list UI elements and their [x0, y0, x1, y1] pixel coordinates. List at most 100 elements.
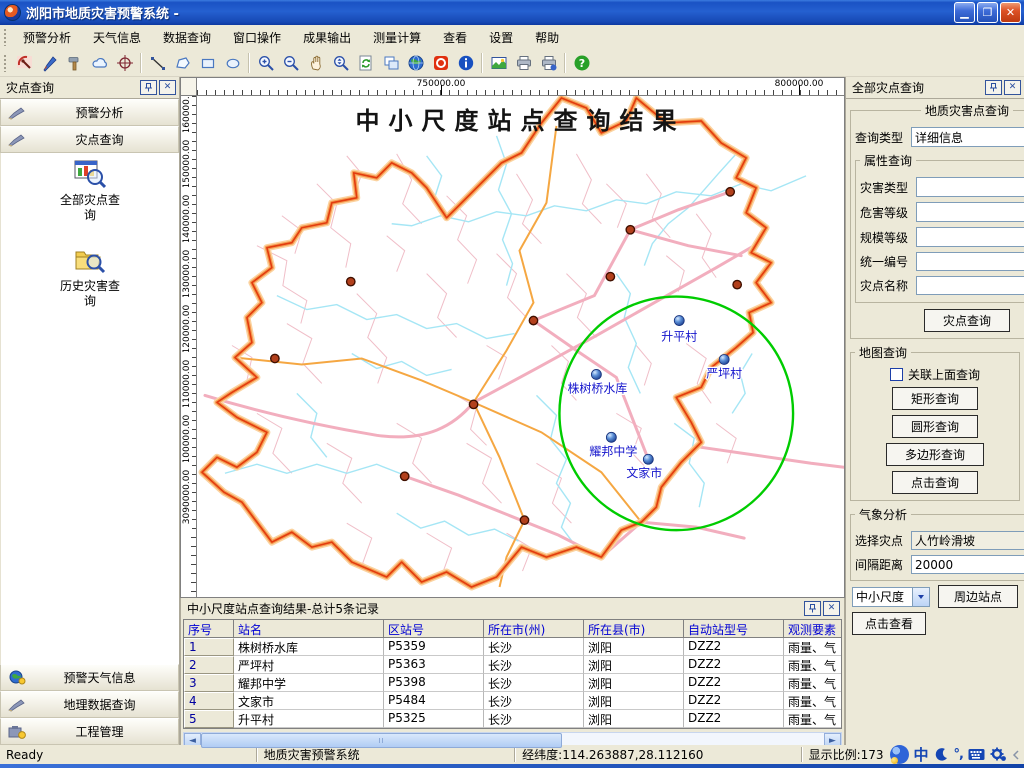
- accordion-warning-analysis[interactable]: 预警分析: [0, 99, 179, 126]
- disaster-query-button[interactable]: 灾点查询: [924, 309, 1010, 332]
- column-header[interactable]: 区站号: [384, 620, 484, 638]
- ime-collapse-chevron-icon[interactable]: [1012, 750, 1020, 760]
- query-type-combo[interactable]: 详细信息: [911, 127, 1024, 147]
- column-header[interactable]: 自动站型号: [684, 620, 784, 638]
- menu-weather-info[interactable]: 天气信息: [82, 25, 152, 50]
- hazard-level-combo[interactable]: [916, 202, 1024, 222]
- table-row[interactable]: 4 文家市 P5484 长沙 浏阳 DZZ2 雨量、气: [184, 692, 841, 710]
- station-label: 文家市: [626, 465, 662, 480]
- scrollbar-thumb[interactable]: [201, 733, 562, 748]
- zoom-out-icon[interactable]: [278, 51, 303, 75]
- table-row[interactable]: 5 升平村 P5325 长沙 浏阳 DZZ2 雨量、气: [184, 710, 841, 728]
- scale-select-combo[interactable]: 中小尺度: [852, 587, 930, 607]
- accordion-weather-info[interactable]: 预警天气信息: [0, 664, 179, 691]
- map-canvas[interactable]: 升平村 严坪村 株树桥水库 耀邦中学 文家市 中小尺度站点查询结果: [197, 96, 844, 597]
- ellipse-tool-icon[interactable]: [220, 51, 245, 75]
- zoom-in-icon[interactable]: [253, 51, 278, 75]
- polygon-query-button[interactable]: 多边形查询: [886, 443, 984, 466]
- scale-level-label: 规模等级: [860, 229, 916, 246]
- name-field[interactable]: [916, 276, 1024, 295]
- station-label: 耀邦中学: [589, 443, 637, 458]
- menu-data-query[interactable]: 数据查询: [152, 25, 222, 50]
- print-setup-icon[interactable]: [536, 51, 561, 75]
- info-icon[interactable]: [453, 51, 478, 75]
- menu-output[interactable]: 成果输出: [292, 25, 362, 50]
- ime-punctuation-icon[interactable]: °,: [954, 747, 963, 762]
- history-disaster-query-item[interactable]: 历史灾害查询: [57, 245, 123, 309]
- help-icon[interactable]: ?: [569, 51, 594, 75]
- cloud-tool-icon[interactable]: [87, 51, 112, 75]
- pin-icon[interactable]: [140, 80, 157, 95]
- close-icon[interactable]: ✕: [159, 80, 176, 95]
- crosshair-tool-icon[interactable]: [112, 51, 137, 75]
- all-disaster-query-item[interactable]: 全部灾点查询: [57, 159, 123, 223]
- refresh-view-icon[interactable]: [353, 51, 378, 75]
- disaster-type-combo[interactable]: [916, 177, 1024, 197]
- restore-button[interactable]: ❐: [977, 2, 998, 23]
- stop-icon[interactable]: [428, 51, 453, 75]
- line-tool-icon[interactable]: [145, 51, 170, 75]
- zoom-extent-icon[interactable]: [328, 51, 353, 75]
- column-header[interactable]: 序号: [184, 620, 234, 638]
- grid-header-row: 序号 站名 区站号 所在市(州) 所在县(市) 自动站型号 观测要素: [184, 620, 841, 638]
- click-view-button[interactable]: 点击查看: [852, 612, 926, 635]
- rectangle-tool-icon[interactable]: [195, 51, 220, 75]
- nearby-stations-button[interactable]: 周边站点: [938, 585, 1018, 608]
- combo-value: 详细信息: [912, 129, 1024, 146]
- polygon-tool-icon[interactable]: [170, 51, 195, 75]
- menu-window-ops[interactable]: 窗口操作: [222, 25, 292, 50]
- circle-query-button[interactable]: 圆形查询: [892, 415, 978, 438]
- copy-layers-icon[interactable]: [378, 51, 403, 75]
- minimize-button[interactable]: ▁: [954, 2, 975, 23]
- menu-measure[interactable]: 测量计算: [362, 25, 432, 50]
- ime-keyboard-icon[interactable]: [968, 748, 985, 761]
- column-header[interactable]: 观测要素: [784, 620, 842, 638]
- select-point-field[interactable]: [911, 531, 1024, 550]
- brush-tool-icon[interactable]: [37, 51, 62, 75]
- ime-fullwidth-moon-icon[interactable]: [934, 747, 949, 762]
- accordion-project-management[interactable]: 工程管理: [0, 718, 179, 745]
- menubar: 预警分析 天气信息 数据查询 窗口操作 成果输出 测量计算 查看 设置 帮助: [0, 25, 1024, 49]
- column-header[interactable]: 所在县(市): [584, 620, 684, 638]
- print-icon[interactable]: [511, 51, 536, 75]
- project-management-icon: [7, 724, 27, 739]
- chevron-down-icon[interactable]: [912, 588, 929, 606]
- globe-icon[interactable]: [403, 51, 428, 75]
- close-icon[interactable]: ✕: [823, 601, 840, 616]
- uid-field[interactable]: [916, 252, 1024, 271]
- table-row[interactable]: 2 严坪村 P5363 长沙 浏阳 DZZ2 雨量、气: [184, 656, 841, 674]
- click-query-button[interactable]: 点击查询: [892, 471, 978, 494]
- warning-analysis-icon[interactable]: [12, 51, 37, 75]
- ime-settings-gear-icon[interactable]: [990, 747, 1007, 762]
- brush-icon: [7, 106, 27, 120]
- close-icon[interactable]: ✕: [1004, 80, 1021, 95]
- titlebar: 浏阳市地质灾害预警系统 - ▁ ❐ ✕: [0, 0, 1024, 25]
- hammer-tool-icon[interactable]: [62, 51, 87, 75]
- group-label: 属性查询: [860, 152, 916, 169]
- menu-view[interactable]: 查看: [432, 25, 478, 50]
- menu-settings[interactable]: 设置: [478, 25, 524, 50]
- ime-logo-icon[interactable]: [890, 745, 909, 764]
- menu-warning-analysis[interactable]: 预警分析: [12, 25, 82, 50]
- cell-station-name: 严坪村: [234, 656, 384, 674]
- close-button[interactable]: ✕: [1000, 2, 1021, 23]
- pin-icon[interactable]: [985, 80, 1002, 95]
- ime-chinese-mode-icon[interactable]: 中: [914, 744, 929, 765]
- toolbar-grip[interactable]: [3, 54, 8, 72]
- menubar-grip[interactable]: [3, 28, 8, 46]
- map-export-icon[interactable]: [486, 51, 511, 75]
- link-above-checkbox[interactable]: [890, 368, 903, 381]
- table-row[interactable]: 3 耀邦中学 P5398 长沙 浏阳 DZZ2 雨量、气: [184, 674, 841, 692]
- column-header[interactable]: 站名: [234, 620, 384, 638]
- pan-tool-icon[interactable]: [303, 51, 328, 75]
- accordion-geo-data-query[interactable]: 地理数据查询: [0, 691, 179, 718]
- accordion-disaster-query[interactable]: 灾点查询: [0, 126, 179, 153]
- scale-level-combo[interactable]: [916, 227, 1024, 247]
- menu-help[interactable]: 帮助: [524, 25, 570, 50]
- distance-field[interactable]: [911, 555, 1024, 574]
- table-row[interactable]: 1 株树桥水库 P5359 长沙 浏阳 DZZ2 雨量、气: [184, 638, 841, 656]
- pin-icon[interactable]: [804, 601, 821, 616]
- group-attribute-query: 属性查询 灾害类型 危害等级: [855, 152, 1024, 303]
- column-header[interactable]: 所在市(州): [484, 620, 584, 638]
- rect-query-button[interactable]: 矩形查询: [892, 387, 978, 410]
